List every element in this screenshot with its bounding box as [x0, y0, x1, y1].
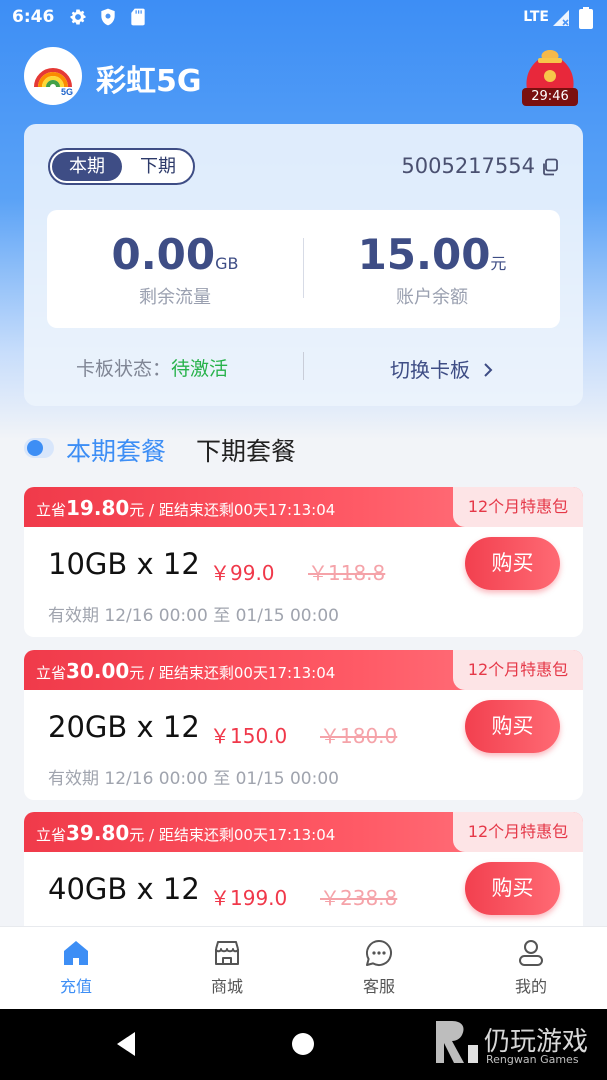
card-state-label: 卡板状态：	[76, 358, 172, 380]
promo-band: 立省39.80元 / 距结束还剩00天17:13:04 12个月特惠包	[24, 812, 583, 852]
watermark: 仍玩游戏 Rengwan Games	[434, 1017, 588, 1071]
package-card: 立省30.00元 / 距结束还剩00天17:13:04 12个月特惠包 20GB…	[24, 650, 583, 800]
nav-label: 客服	[362, 977, 395, 996]
copy-icon[interactable]	[541, 158, 559, 176]
account-balance: 15.00元 账户余额	[304, 230, 560, 309]
battery-icon	[579, 7, 593, 29]
status-bar: 6:46 LTE	[0, 0, 607, 36]
buy-button[interactable]: 购买	[465, 862, 560, 915]
chat-icon	[366, 940, 392, 966]
sd-card-icon	[131, 8, 145, 26]
nav-service[interactable]: 客服	[329, 937, 429, 997]
package-card: 立省19.80元 / 距结束还剩00天17:13:04 12个月特惠包 10GB…	[24, 487, 583, 637]
promo-text: 立省19.80元 / 距结束还剩00天17:13:04	[36, 496, 336, 520]
settings-gear-icon	[70, 9, 86, 25]
package-name: 20GB x 12	[48, 710, 200, 744]
status-time: 6:46	[12, 7, 55, 27]
chevron-right-icon	[484, 363, 493, 377]
balance-value: 15.00	[357, 230, 491, 279]
account-number: 5005217554	[401, 154, 535, 178]
account-card: 本期 下期 5005217554 0.00GB 剩余流量 15.00元 账户余额…	[24, 124, 583, 406]
bottom-nav: 充值 商城 客服 我的	[0, 926, 607, 1009]
data-remaining: 0.00GB 剩余流量	[47, 230, 303, 309]
package-name: 10GB x 12	[48, 547, 200, 581]
data-label: 剩余流量	[139, 287, 211, 308]
data-value: 0.00	[111, 230, 216, 279]
period-toggle[interactable]: 本期 下期	[48, 148, 195, 185]
nav-profile[interactable]: 我的	[481, 937, 581, 997]
package-validity: 有效期 12/16 00:00 至 01/15 00:00	[48, 606, 339, 626]
home-icon	[64, 941, 88, 965]
period-current-button[interactable]: 本期	[52, 152, 122, 181]
package-price: ￥199.0	[210, 886, 288, 910]
nav-label: 我的	[514, 977, 547, 996]
app-title: 彩虹5G	[96, 64, 202, 99]
balance-unit: 元	[490, 254, 507, 273]
home-button[interactable]	[292, 1033, 314, 1055]
nav-label: 充值	[59, 977, 92, 996]
nav-store[interactable]: 商城	[177, 937, 277, 997]
promo-text: 立省30.00元 / 距结束还剩00天17:13:04	[36, 659, 336, 683]
shield-icon	[101, 8, 115, 26]
network-type: LTE	[523, 9, 549, 25]
package-old-price: ￥180.0	[320, 724, 398, 748]
back-icon[interactable]	[115, 1031, 137, 1057]
buy-button[interactable]: 购买	[465, 700, 560, 753]
switch-card-link[interactable]: 切换卡板	[390, 354, 494, 383]
tab-current-package[interactable]: 本期套餐	[66, 432, 166, 468]
tab-indicator-icon	[24, 438, 54, 458]
state-divider	[303, 352, 304, 380]
user-icon	[519, 940, 543, 966]
promo-text: 立省39.80元 / 距结束还剩00天17:13:04	[36, 821, 336, 845]
package-tag: 12个月特惠包	[453, 487, 583, 527]
promo-band: 立省30.00元 / 距结束还剩00天17:13:04 12个月特惠包	[24, 650, 583, 690]
store-icon	[215, 941, 239, 965]
package-old-price: ￥118.8	[308, 561, 386, 585]
app-logo: 5G	[24, 47, 82, 105]
gift-countdown: 29:46	[522, 88, 578, 106]
svg-text:5G: 5G	[61, 87, 73, 97]
system-nav-bar: 仍玩游戏 Rengwan Games	[0, 1009, 607, 1080]
package-validity: 有效期 12/16 00:00 至 01/15 00:00	[48, 769, 339, 789]
package-price: ￥150.0	[210, 724, 288, 748]
balance-stats: 0.00GB 剩余流量 15.00元 账户余额	[47, 210, 560, 328]
package-tag: 12个月特惠包	[453, 812, 583, 852]
watermark-brand-en: Rengwan Games	[486, 1053, 579, 1066]
signal-icon	[553, 10, 569, 26]
package-tag: 12个月特惠包	[453, 650, 583, 690]
package-name: 40GB x 12	[48, 872, 200, 906]
tab-next-package[interactable]: 下期套餐	[196, 432, 296, 468]
package-price: ￥99.0	[210, 561, 275, 585]
rainbow-logo-icon: 5G	[34, 68, 73, 97]
buy-button[interactable]: 购买	[465, 537, 560, 590]
nav-label: 商城	[210, 977, 243, 996]
data-unit: GB	[215, 254, 239, 273]
period-next-button[interactable]: 下期	[125, 152, 191, 181]
switch-card-label: 切换卡板	[390, 358, 470, 382]
balance-label: 账户余额	[396, 287, 468, 308]
promo-band: 立省19.80元 / 距结束还剩00天17:13:04 12个月特惠包	[24, 487, 583, 527]
card-state-value: 待激活	[171, 358, 229, 380]
card-state: 卡板状态：待激活	[76, 354, 228, 381]
watermark-logo-icon	[436, 1021, 478, 1063]
package-old-price: ￥238.8	[320, 886, 398, 910]
nav-recharge[interactable]: 充值	[26, 937, 126, 997]
